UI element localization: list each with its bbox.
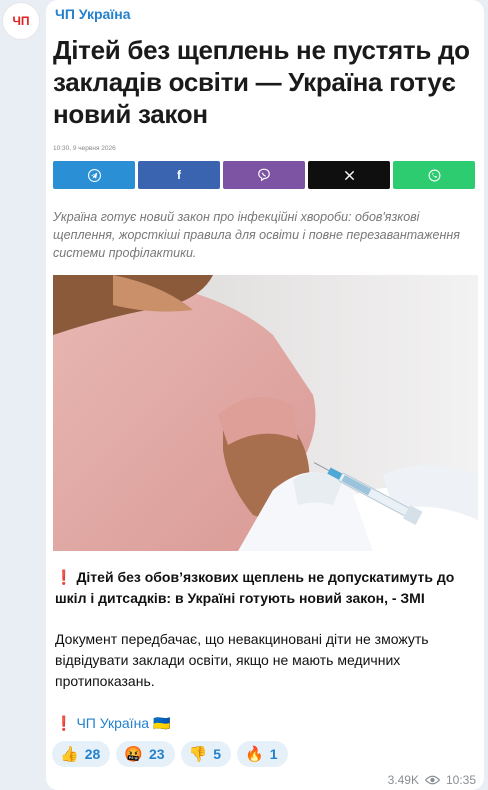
message-headline: ❗ Дітей без обов’язкових щеплень не допус… (55, 567, 475, 609)
share-x-button[interactable] (308, 161, 390, 189)
reaction-fire[interactable]: 🔥 1 (237, 741, 288, 767)
channel-name[interactable]: ЧП Україна (55, 6, 131, 22)
share-whatsapp-button[interactable] (393, 161, 475, 189)
telegram-icon (87, 168, 101, 182)
reaction-angry[interactable]: 🤬 23 (116, 741, 175, 767)
share-facebook-button[interactable]: f (138, 161, 220, 189)
article-lead: Україна готує новий закон про інфекційні… (53, 210, 460, 260)
article-date: 10:30, 9 червня 2026 (53, 145, 116, 152)
reaction-count: 23 (148, 746, 165, 762)
reaction-count: 1 (269, 746, 278, 762)
link-preview[interactable]: Дітей без щеплень не пустять до закладів… (53, 30, 478, 560)
message-time: 10:35 (445, 773, 476, 787)
avatar-text: ЧП (12, 14, 30, 28)
exclamation-icon: ❗ (55, 715, 73, 731)
thumbs-down-icon: 👎 (188, 746, 208, 763)
reaction-count: 5 (213, 746, 222, 762)
reactions-row: 👍 28 🤬 23 👎 5 🔥 1 (52, 741, 288, 767)
message-headline-text: Дітей без обов’язкових щеплень не допуск… (55, 569, 455, 606)
message-meta: 3.49K 10:35 (388, 773, 476, 787)
x-icon (344, 170, 354, 180)
ukraine-flag-icon: 🇺🇦 (152, 715, 171, 731)
viber-icon (258, 168, 270, 182)
reaction-thumbs-down[interactable]: 👎 5 (180, 741, 232, 767)
share-buttons-row: f (53, 161, 475, 189)
message-signature[interactable]: ❗ ЧП Україна 🇺🇦 (55, 713, 475, 734)
exclamation-icon: ❗ (55, 569, 73, 585)
views-count: 3.49K (387, 773, 419, 787)
article-photo[interactable] (53, 275, 478, 551)
reaction-count: 28 (84, 746, 101, 762)
article-headline: Дітей без щеплень не пустять до закладів… (53, 35, 470, 129)
message-body: Документ передбачає, що невакциновані ді… (55, 631, 429, 689)
reaction-thumbs-up[interactable]: 👍 28 (52, 741, 111, 767)
thumbs-up-icon: 👍 (60, 746, 79, 763)
share-viber-button[interactable] (223, 161, 305, 189)
channel-avatar[interactable]: ЧП (2, 2, 40, 40)
signature-link[interactable]: ЧП Україна (76, 715, 149, 731)
share-telegram-button[interactable] (53, 161, 135, 189)
eye-icon (424, 775, 440, 785)
whatsapp-icon (428, 169, 440, 181)
angry-face-icon: 🤬 (124, 746, 143, 763)
vaccination-photo (53, 275, 478, 551)
facebook-icon: f (177, 168, 181, 182)
fire-icon: 🔥 (245, 746, 264, 763)
